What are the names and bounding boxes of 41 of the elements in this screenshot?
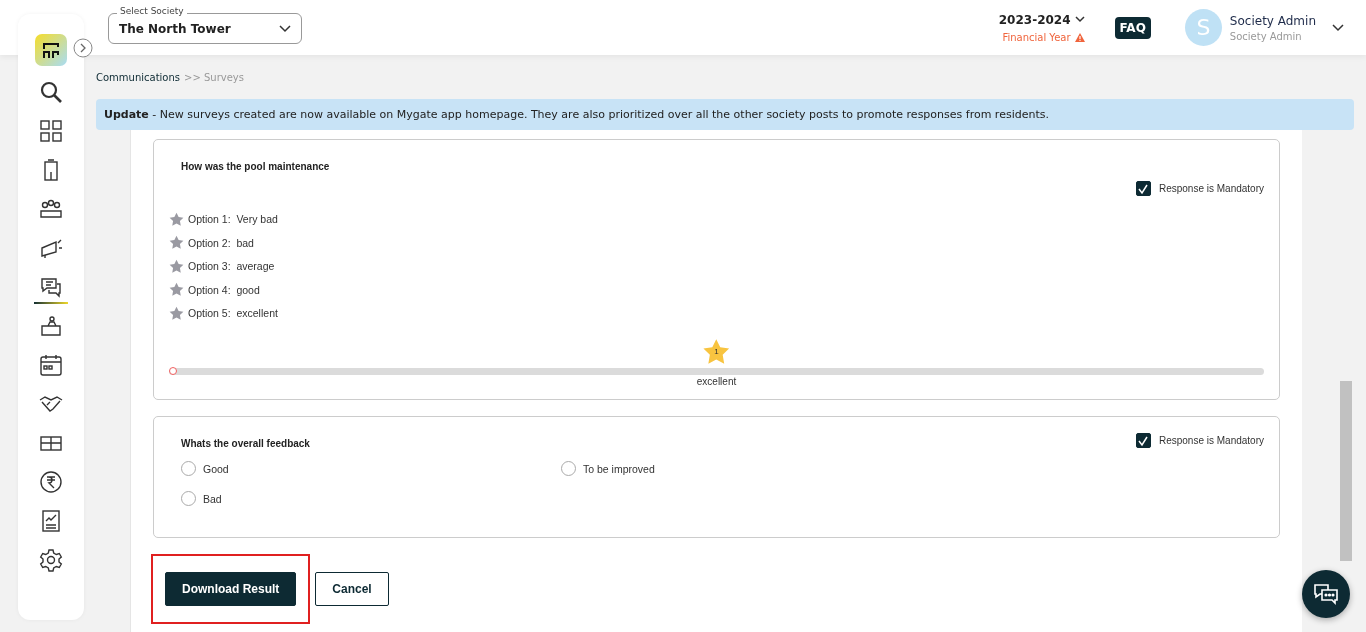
chevron-down-icon (279, 24, 291, 33)
update-banner: Update - New surveys created are now available on Mygate app homepage. They are also prioritized over all the other society posts to promote responses from residents. (96, 99, 1354, 130)
option-text: Option 1: Very bad (188, 213, 278, 226)
question-title: How was the pool maintenance (181, 161, 330, 172)
user-name: Society Admin (1229, 13, 1316, 28)
question-title: Whats the overall feedback (181, 438, 310, 449)
option-label: To be improved (583, 462, 655, 475)
option-label: Bad (203, 492, 222, 505)
option-label: Good (203, 462, 229, 475)
option-text: Option 4: good (188, 283, 260, 296)
select-value: The North Tower (119, 21, 232, 36)
option-text: Option 3: average (188, 260, 275, 273)
star-icon (169, 258, 184, 274)
slider-thumb[interactable] (169, 366, 177, 375)
chevron-down-icon[interactable] (1332, 23, 1344, 32)
warning-icon (1074, 32, 1085, 42)
financial-year-label: Financial Year (1002, 31, 1071, 43)
faq-button[interactable]: FAQ (1114, 16, 1151, 39)
select-label: Select Society (117, 6, 187, 16)
star-icon (169, 235, 184, 251)
chat-icon[interactable] (1313, 582, 1339, 606)
breadcrumb-link[interactable]: Communications (96, 71, 181, 83)
marker-label: excellent (696, 375, 737, 387)
cancel-button[interactable]: Cancel (315, 572, 389, 606)
chevron-down-icon[interactable] (1074, 16, 1085, 23)
user-role: Society Admin (1229, 30, 1303, 42)
rating-star-marker: 1 (702, 337, 731, 366)
mandatory-checkbox[interactable] (1135, 433, 1151, 448)
app-logo[interactable] (35, 34, 67, 66)
option-text: Option 5: excellent (188, 307, 278, 320)
mandatory-label: Response is Mandatory (1158, 435, 1264, 446)
star-icon (169, 282, 184, 298)
mandatory-label: Response is Mandatory (1158, 183, 1264, 194)
download-button[interactable]: Download Result (165, 572, 297, 606)
star-icon (169, 305, 184, 321)
expand-icon[interactable] (73, 38, 93, 58)
chat-button[interactable] (1302, 570, 1350, 618)
financial-year-value[interactable]: 2023-2024 (998, 12, 1071, 27)
mandatory-checkbox[interactable] (1135, 181, 1151, 196)
star-icon (169, 211, 184, 227)
option-text: Option 2: bad (188, 236, 254, 249)
